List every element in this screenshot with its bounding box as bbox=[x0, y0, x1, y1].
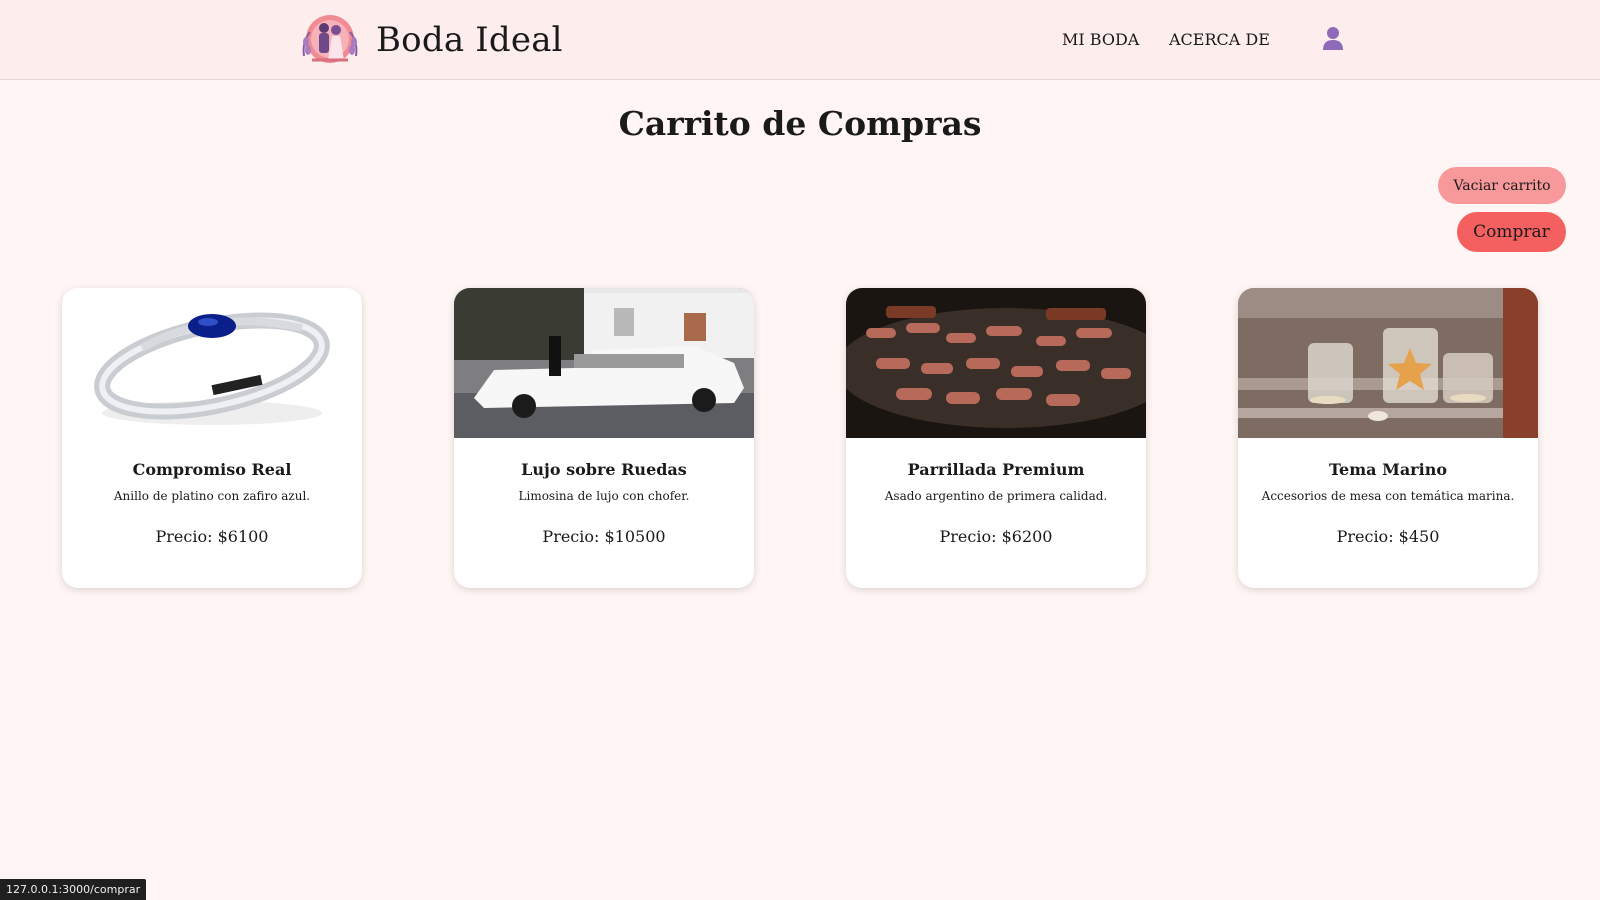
marine-jars-image bbox=[1238, 288, 1538, 438]
sapphire-ring-image bbox=[62, 288, 362, 438]
user-icon[interactable] bbox=[1322, 26, 1344, 52]
cart-item-card: Compromiso Real Anillo de platino con za… bbox=[62, 288, 362, 588]
top-navbar: Boda Ideal MI BODA ACERCA DE bbox=[0, 0, 1600, 80]
item-price: Precio: $6100 bbox=[155, 527, 269, 546]
limousine-image bbox=[454, 288, 754, 438]
nav-link-mi-boda[interactable]: MI BODA bbox=[1062, 30, 1139, 49]
status-bar-url: 127.0.0.1:3000/comprar bbox=[0, 879, 147, 900]
cart-item-card: Tema Marino Accesorios de mesa con temát… bbox=[1238, 288, 1538, 588]
item-name: Lujo sobre Ruedas bbox=[521, 460, 687, 479]
item-price: Precio: $450 bbox=[1336, 527, 1440, 546]
nav-link-acerca-de[interactable]: ACERCA DE bbox=[1169, 30, 1270, 49]
page-title: Carrito de Compras bbox=[618, 104, 982, 143]
item-description: Limosina de lujo con chofer. bbox=[518, 489, 690, 503]
item-name: Compromiso Real bbox=[132, 460, 292, 479]
brand[interactable]: Boda Ideal bbox=[298, 12, 563, 68]
item-description: Accesorios de mesa con temática marina. bbox=[1261, 489, 1515, 503]
grill-barbecue-image bbox=[846, 288, 1146, 438]
item-description: Asado argentino de primera calidad. bbox=[884, 489, 1108, 503]
cart-item-card: Parrillada Premium Asado argentino de pr… bbox=[846, 288, 1146, 588]
cart-item-card: Lujo sobre Ruedas Limosina de lujo con c… bbox=[454, 288, 754, 588]
cart-items: Compromiso Real Anillo de platino con za… bbox=[62, 288, 1538, 588]
item-name: Parrillada Premium bbox=[907, 460, 1085, 479]
empty-cart-button[interactable]: Vaciar carrito bbox=[1438, 167, 1566, 204]
item-price: Precio: $6200 bbox=[939, 527, 1053, 546]
item-description: Anillo de platino con zafiro azul. bbox=[113, 489, 311, 503]
brand-title: Boda Ideal bbox=[376, 20, 563, 60]
item-price: Precio: $10500 bbox=[542, 527, 666, 546]
item-name: Tema Marino bbox=[1328, 460, 1447, 479]
buy-button[interactable]: Comprar bbox=[1457, 212, 1566, 252]
wedding-couple-logo-icon bbox=[302, 15, 358, 63]
